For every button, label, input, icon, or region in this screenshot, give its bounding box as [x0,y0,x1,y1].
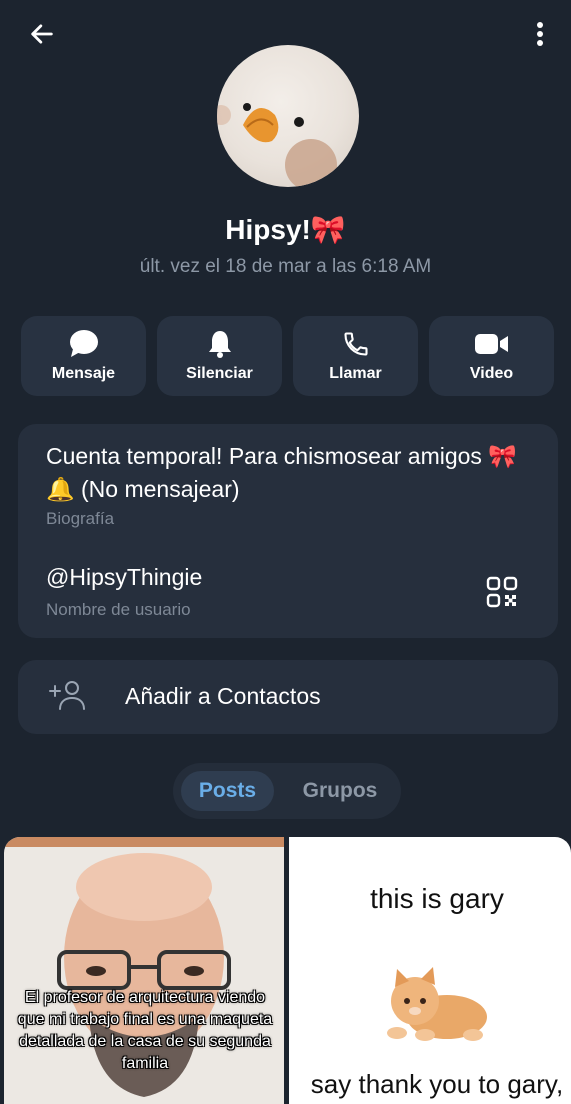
add-contact-row[interactable]: Añadir a Contactos [18,660,558,734]
more-options-button[interactable] [524,16,556,52]
profile-tabs: Posts Grupos [173,763,401,819]
mute-label: Silenciar [186,365,253,382]
video-icon [474,334,508,354]
post-bottom-text: say thank you to gary, [310,1069,564,1099]
kitten-image [387,967,487,1041]
video-label: Video [469,365,514,382]
bio-label: Biografía [46,509,115,528]
message-button[interactable]: Mensaje [21,316,146,396]
more-vert-icon [537,22,543,46]
action-buttons-row: Mensaje Silenciar Llamar Video [21,316,554,396]
duck-plush-image [217,103,337,187]
post-thumbnail[interactable]: El profesor de arquitectura viendo que m… [4,837,284,1104]
qr-code-icon [486,576,518,608]
post-thumbnail[interactable]: this is gary say thank you to gary, [289,837,571,1104]
tab-groups[interactable]: Grupos [285,771,395,811]
back-button[interactable] [22,16,62,52]
add-contact-label: Añadir a Contactos [125,683,321,709]
post-caption: El profesor de arquitectura viendo que m… [17,989,273,1072]
call-label: Llamar [329,365,382,382]
tab-posts[interactable]: Posts [181,771,274,811]
add-person-icon [49,681,85,710]
message-icon [69,330,98,357]
bell-icon [208,331,231,358]
qr-code-button[interactable] [486,576,522,612]
username-text[interactable]: @HipsyThingie [46,564,202,591]
profile-name: Hipsy!🎀 [225,214,346,245]
bio-text: Cuenta temporal! Para chismosear amigos … [46,443,517,502]
phone-icon [343,332,368,356]
post-title: this is gary [370,883,504,914]
call-button[interactable]: Llamar [293,316,418,396]
info-card: Cuenta temporal! Para chismosear amigos … [18,424,558,638]
last-seen-status: últ. vez el 18 de mar a las 6:18 AM [139,256,432,277]
message-label: Mensaje [51,365,116,382]
username-label: Nombre de usuario [46,600,191,619]
mute-button[interactable]: Silenciar [157,316,282,396]
profile-avatar[interactable] [217,45,359,187]
video-button[interactable]: Video [429,316,554,396]
arrow-left-icon [31,24,53,44]
